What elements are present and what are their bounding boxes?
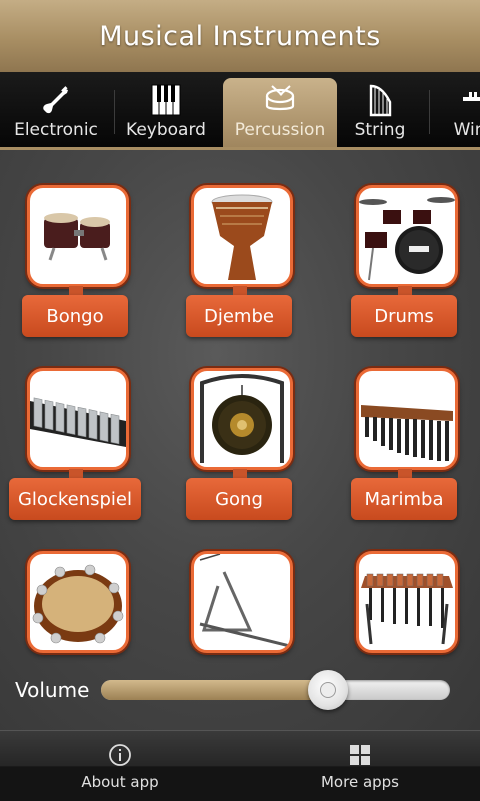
info-icon [109,744,131,766]
instrument-thumbnail[interactable] [356,551,458,653]
instrument-bongo[interactable]: Bongo [11,185,141,350]
instrument-thumbnail[interactable] [356,368,458,470]
triangle-icon [199,554,290,648]
instrument-djembe[interactable]: Djembe [175,185,305,350]
harp-icon [369,84,392,117]
trumpet-icon [463,92,480,101]
bongo-icon [44,213,110,261]
volume-control: Volume [0,668,480,716]
instrument-label[interactable]: Glockenspiel [9,478,141,520]
instrument-marimba[interactable]: Marimba [340,368,470,533]
instrument-thumbnail[interactable] [27,368,129,470]
tab-percussion[interactable]: Percussion [223,78,337,147]
tambourine-icon [32,564,124,644]
grid-icon [350,745,370,765]
instrument-label[interactable]: Drums [351,295,457,337]
volume-slider-thumb[interactable] [307,670,348,710]
tab-label: String [354,120,406,140]
instrument-thumbnail[interactable] [356,185,458,287]
piano-keys-icon [151,84,181,116]
instrument-grid: Bongo Djembe Drums Glockenspiel Gong Mar… [0,150,480,730]
instrument-gong[interactable]: Gong [175,368,305,533]
page-title: Musical Instruments [99,20,381,52]
xylophone-icon [361,573,453,645]
instrument-thumbnail[interactable] [191,551,293,653]
drum-kit-icon [359,197,455,281]
tab-electronic[interactable]: Electronic [0,78,112,147]
electric-guitar-icon [43,86,68,114]
bottom-bar: About app More apps [0,730,480,801]
gong-icon [200,374,284,463]
instrument-label[interactable]: Gong [186,478,292,520]
category-tabs: Electronic Keyboard Percussion String Wi [0,72,480,150]
instrument-label[interactable]: Djembe [186,295,292,337]
marimba-icon [361,405,453,461]
tab-label: Wind [453,120,480,140]
volume-slider-track[interactable] [101,680,450,700]
drum-icon [265,85,295,111]
instrument-label[interactable]: Bongo [22,295,128,337]
instrument-drums[interactable]: Drums [340,185,470,350]
instrument-glockenspiel[interactable]: Glockenspiel [9,368,141,533]
instrument-thumbnail[interactable] [27,185,129,287]
tab-label: Keyboard [126,120,206,140]
glockenspiel-icon [30,397,126,447]
tab-wind[interactable]: Wind [415,78,480,147]
djembe-icon [211,194,273,280]
more-apps-button[interactable]: More apps [240,731,480,801]
instrument-thumbnail[interactable] [191,185,293,287]
more-apps-label: More apps [320,773,399,791]
instrument-label[interactable]: Marimba [351,478,457,520]
instrument-thumbnail[interactable] [27,551,129,653]
app-header: Musical Instruments [0,0,480,72]
instrument-thumbnail[interactable] [191,368,293,470]
tab-label: Electronic [14,120,98,140]
about-app-button[interactable]: About app [0,731,240,801]
tab-label: Percussion [234,120,326,140]
about-app-label: About app [81,773,159,791]
volume-label: Volume [15,678,90,702]
volume-slider-fill [101,680,328,700]
tab-keyboard[interactable]: Keyboard [110,78,222,147]
